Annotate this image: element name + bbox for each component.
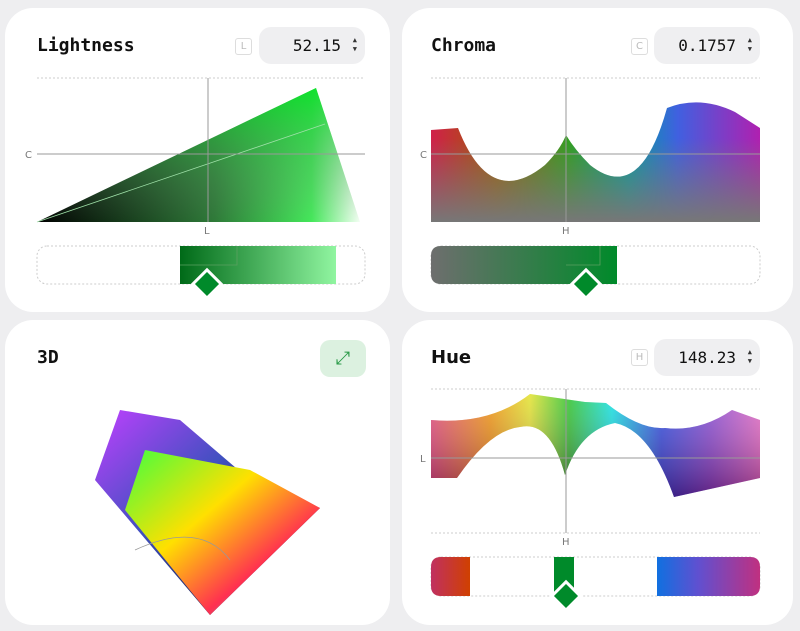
hue-input[interactable]: 148.23 ▲ ▼ <box>654 339 760 376</box>
hue-title: Hue <box>431 347 472 368</box>
axis-label-h: H <box>562 537 570 548</box>
axis-label-h: H <box>562 226 570 237</box>
expand-arrows-icon: ⤢ <box>335 348 351 369</box>
lightness-value: 52.15 <box>292 36 341 55</box>
chroma-value: 0.1757 <box>678 36 736 55</box>
lightness-title: Lightness <box>37 35 135 56</box>
axis-label-c: C <box>420 150 427 161</box>
3d-title: 3D <box>37 347 59 368</box>
chroma-shortcut-badge: C <box>631 38 648 55</box>
chroma-title: Chroma <box>431 35 497 56</box>
lightness-shortcut-badge: L <box>235 38 252 55</box>
axis-label-c: C <box>25 150 32 161</box>
hue-value: 148.23 <box>678 348 736 367</box>
expand-button[interactable]: ⤢ <box>320 340 366 377</box>
graphics-layer: C L C H L H <box>5 8 793 625</box>
hue-shortcut-badge: H <box>631 349 648 366</box>
lightness-input[interactable]: 52.15 ▲ ▼ <box>259 27 365 64</box>
axis-label-l: L <box>204 226 210 237</box>
stepper-arrows-icon[interactable]: ▲ ▼ <box>353 36 357 54</box>
axis-label-l: L <box>420 454 426 465</box>
chroma-input[interactable]: 0.1757 ▲ ▼ <box>654 27 760 64</box>
stepper-arrows-icon[interactable]: ▲ ▼ <box>748 348 752 366</box>
stepper-arrows-icon[interactable]: ▲ ▼ <box>748 36 752 54</box>
